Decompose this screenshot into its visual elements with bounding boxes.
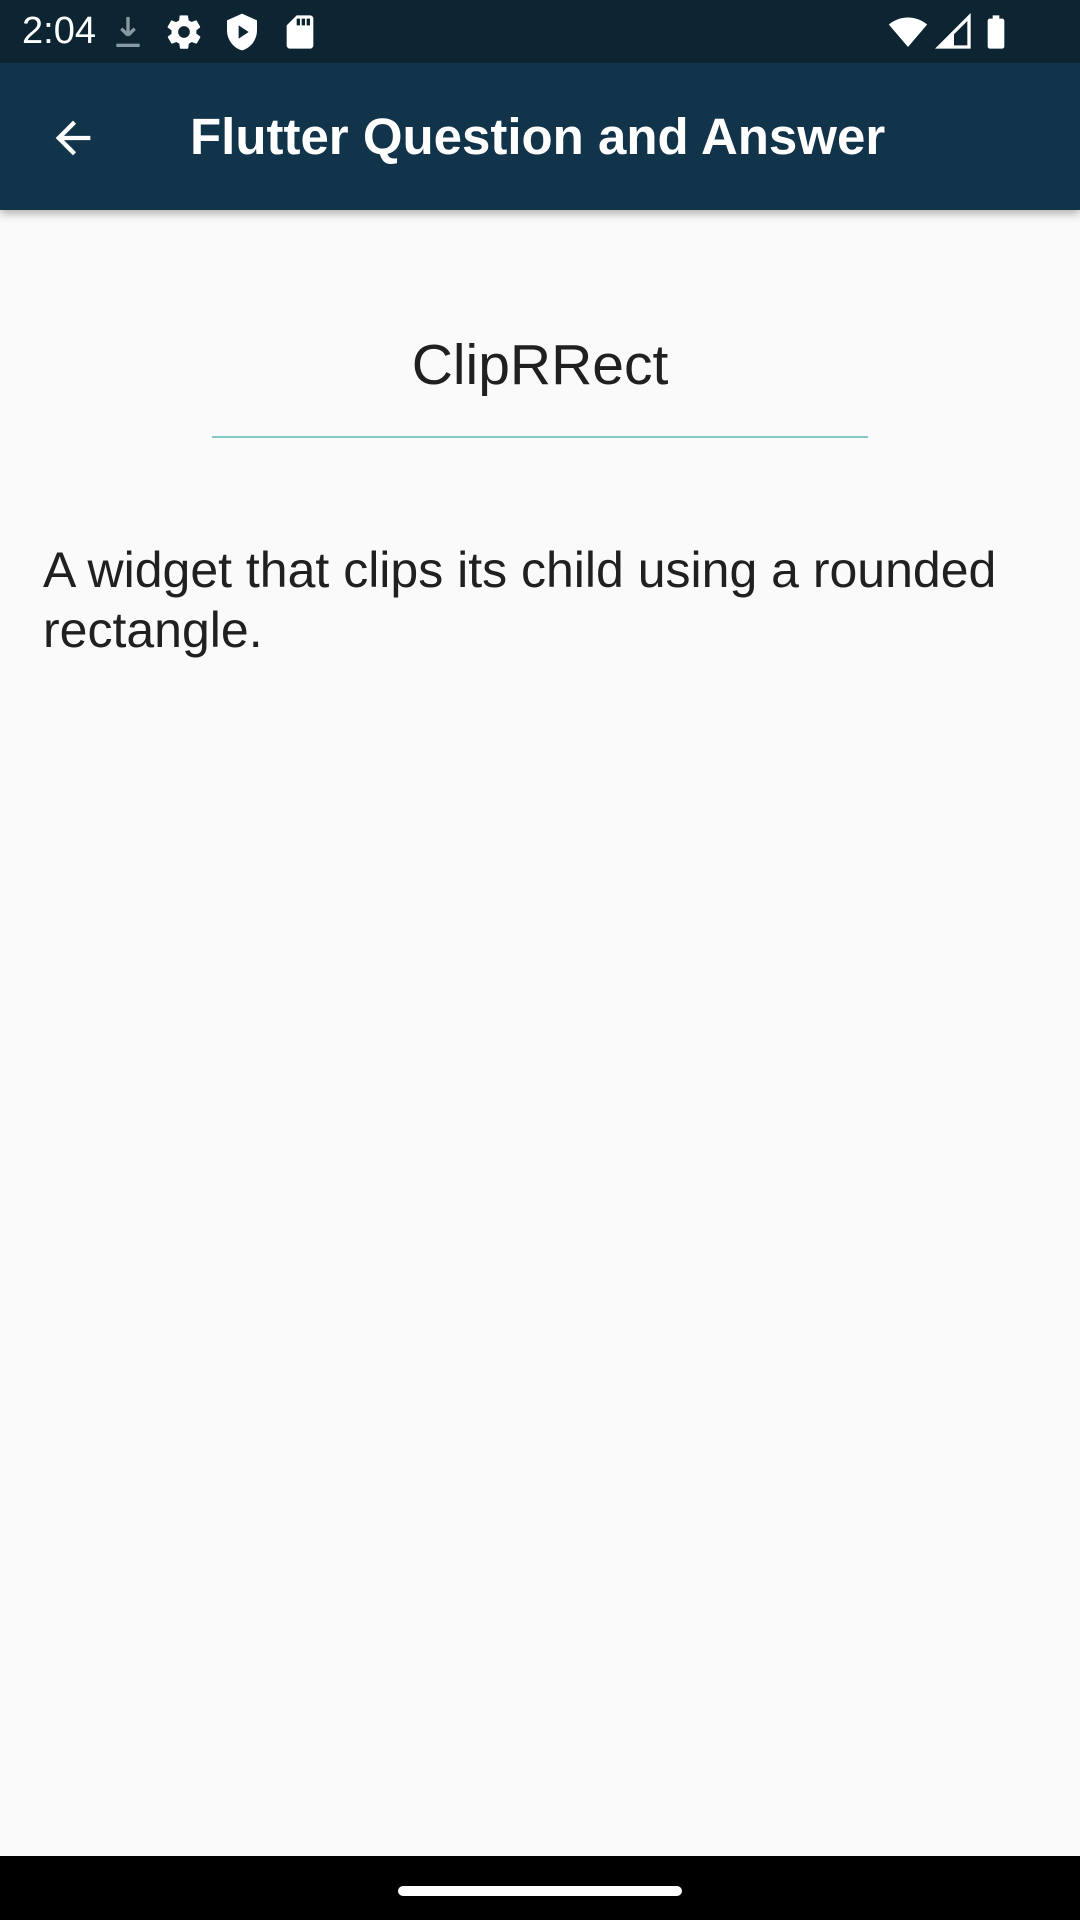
app-bar: Flutter Question and Answer [0, 63, 1080, 210]
sd-card-icon [280, 12, 320, 52]
title-divider [212, 436, 868, 438]
arrow-back-icon [55, 120, 91, 156]
status-time: 2:04 [22, 10, 96, 52]
settings-gear-icon [164, 12, 204, 52]
home-gesture-handle[interactable] [398, 1886, 682, 1896]
shield-play-icon [222, 12, 262, 52]
question-title: ClipRRect [411, 333, 669, 397]
battery-icon [976, 12, 1016, 52]
navigation-bar [0, 1856, 1080, 1920]
download-icon [108, 12, 148, 52]
answer-text: A widget that clips its child using a ro… [43, 542, 997, 658]
cell-signal-icon [934, 12, 974, 52]
question-detail: ClipRRect A widget that clips its child … [0, 210, 1080, 1856]
wifi-icon [888, 12, 928, 52]
app-screen: 2:04 Flutter Question and Answer ClipRRe… [0, 0, 1080, 1920]
status-bar: 2:04 [0, 0, 1080, 63]
back-button[interactable] [28, 103, 118, 173]
app-bar-title: Flutter Question and Answer [190, 108, 886, 165]
